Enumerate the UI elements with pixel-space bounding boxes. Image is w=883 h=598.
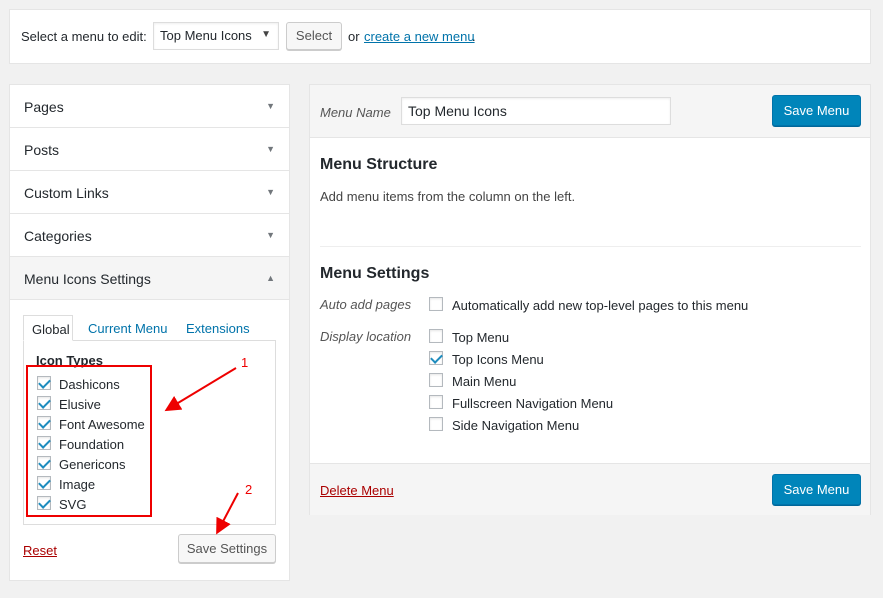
save-menu-button-bottom[interactable]: Save Menu	[772, 474, 861, 505]
display-location-label: Side Navigation Menu	[452, 418, 580, 433]
display-location-checkbox[interactable]	[429, 351, 443, 365]
delete-menu-link[interactable]: Delete Menu	[320, 483, 394, 498]
menu-editor-footer: Delete Menu Save Menu	[310, 463, 870, 515]
display-location-checkbox[interactable]	[429, 395, 443, 409]
display-location-label: Main Menu	[452, 374, 517, 389]
display-location-label: Top Icons Menu	[452, 352, 544, 367]
menu-name-input[interactable]: Top Menu Icons	[401, 97, 671, 125]
menu-structure-heading: Menu Structure	[320, 156, 438, 173]
menu-structure-hint: Add menu items from the column on the le…	[320, 189, 576, 204]
divider	[320, 246, 861, 247]
menu-editor-header: Menu Name Top Menu Icons Save Menu	[310, 85, 870, 138]
display-location-checkbox[interactable]	[429, 329, 443, 343]
display-location-checkbox[interactable]	[429, 373, 443, 387]
auto-add-pages-option: Automatically add new top-level pages to…	[452, 298, 749, 313]
annotation-arrow-2	[216, 492, 239, 535]
menu-editor-panel: Menu Name Top Menu Icons Save Menu Menu …	[309, 84, 871, 515]
display-location-label: Top Menu	[452, 330, 510, 345]
menu-name-label: Menu Name	[320, 105, 391, 120]
display-location-checkbox[interactable]	[429, 417, 443, 431]
tab-global[interactable]: Global	[23, 315, 73, 341]
menu-settings-heading: Menu Settings	[320, 265, 430, 282]
save-menu-button-top[interactable]: Save Menu	[772, 95, 861, 126]
auto-add-pages-checkbox[interactable]	[429, 297, 443, 311]
annotation-arrow-1	[164, 367, 237, 412]
auto-add-pages-label: Auto add pages	[320, 297, 412, 312]
menu-name-value: Top Menu Icons	[408, 103, 507, 119]
display-location-label: Display location	[320, 329, 412, 344]
display-location-label: Fullscreen Navigation Menu	[452, 396, 614, 411]
